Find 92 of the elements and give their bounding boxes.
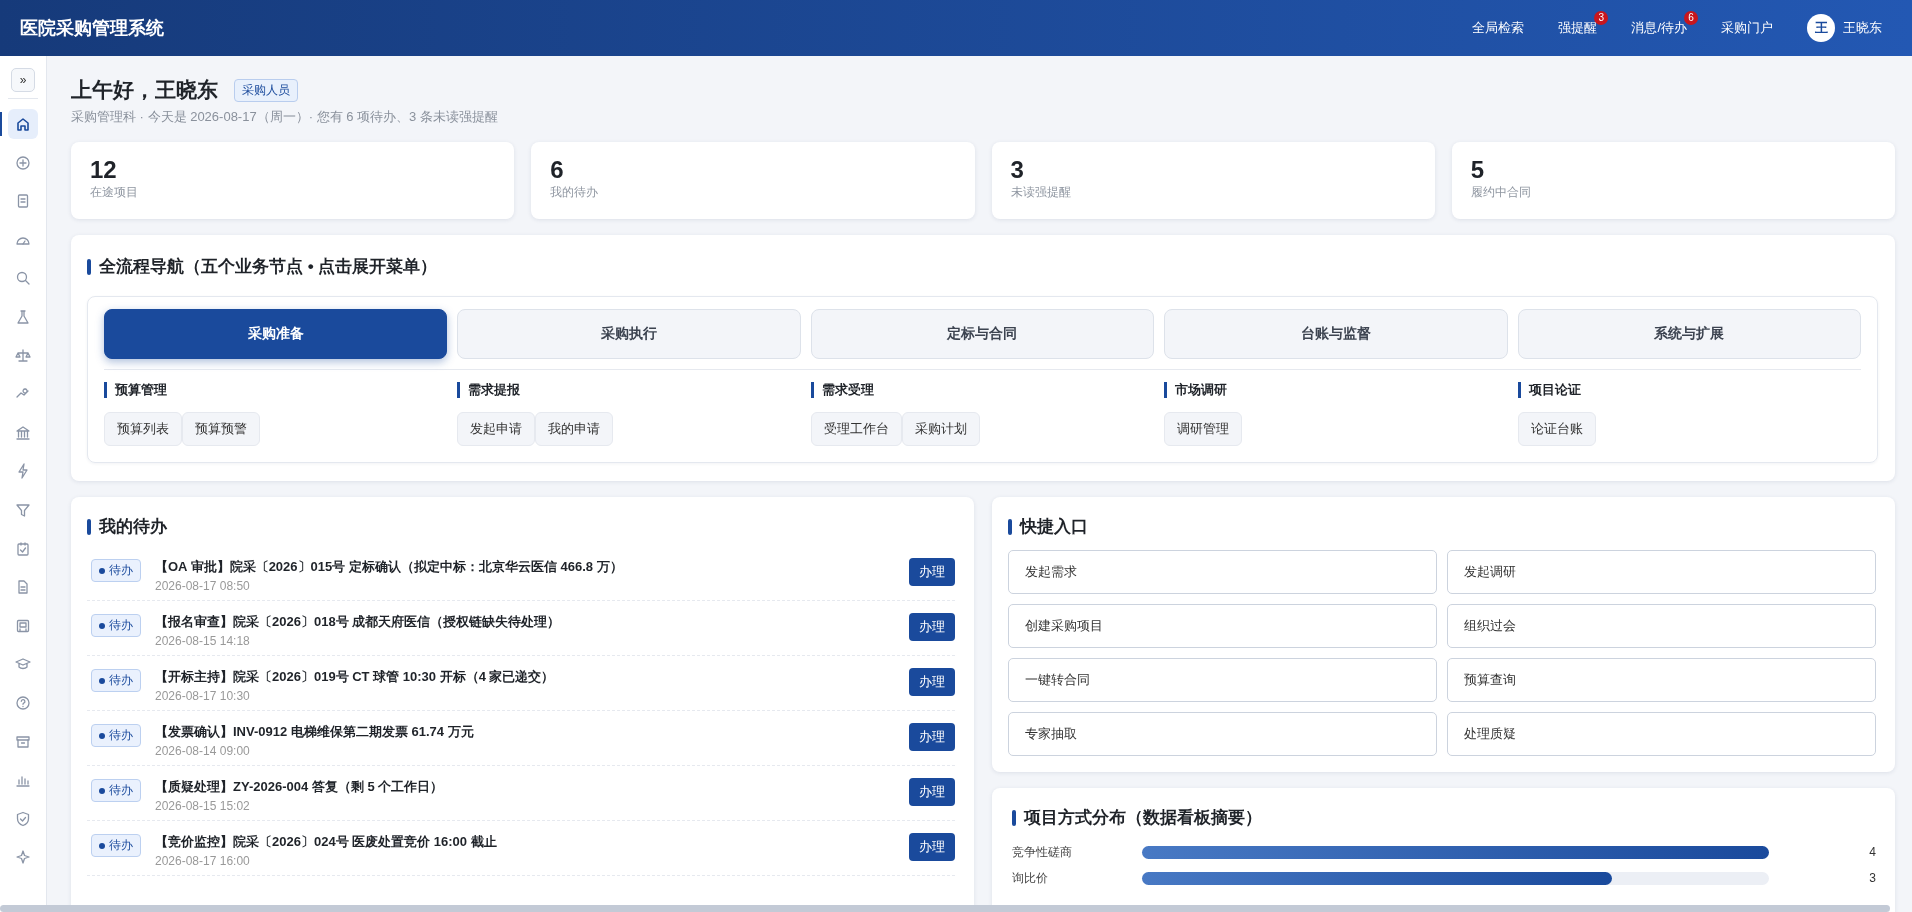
help-icon: [15, 694, 31, 711]
todo-title[interactable]: 【质疑处理】ZY-2026-004 答复（剩 5 个工作日）: [155, 778, 895, 796]
quick-entry[interactable]: 处理质疑: [1447, 712, 1876, 756]
quick-entry[interactable]: 预算查询: [1447, 658, 1876, 702]
flow-tab[interactable]: 台账与监督: [1164, 309, 1508, 359]
todo-title[interactable]: 【竞价监控】院采〔2026〕024号 医废处置竞价 16:00 截止: [155, 833, 895, 851]
header-link[interactable]: 全局检索: [1472, 20, 1525, 35]
card-title: 快捷入口: [1008, 515, 1876, 538]
status-tag: 待办: [91, 614, 141, 637]
stat-value: 5: [1470, 156, 1486, 184]
handle-button[interactable]: 办理: [909, 833, 955, 861]
count-value: 4: [1868, 845, 1876, 859]
quick-entry[interactable]: 发起需求: [1008, 550, 1437, 594]
bank-icon: [15, 424, 31, 441]
menu-chip[interactable]: 调研管理: [1164, 412, 1243, 446]
flow-tab[interactable]: 采购准备: [104, 309, 448, 359]
flow-tab[interactable]: 定标与合同: [810, 309, 1155, 359]
archive-icon: [15, 733, 31, 750]
quick-entry[interactable]: 创建采购项目: [1008, 604, 1437, 648]
filter-icon: [15, 501, 31, 518]
stat-label: 履约中合同: [1470, 184, 1532, 201]
file-icon: [15, 579, 31, 596]
menu-group-title: 需求提报: [457, 382, 801, 398]
card-title: 全流程导航（五个业务节点 • 点击展开菜单）: [87, 255, 1878, 278]
status-tag: 待办: [91, 779, 141, 802]
plus-circle-icon: [15, 154, 31, 171]
method-label: 询比价: [1012, 869, 1049, 887]
menu-chip[interactable]: 发起申请: [457, 412, 536, 446]
handle-button[interactable]: 办理: [909, 778, 955, 806]
stat-value: 12: [90, 156, 118, 184]
method-label: 竞争性磋商: [1012, 843, 1073, 861]
status-tag: 待办: [91, 724, 141, 747]
todo-title[interactable]: 【发票确认】INV-0912 电梯维保第二期发票 61.74 万元: [155, 723, 895, 741]
status-tag: 待办: [91, 559, 141, 582]
stat-label: 我的待办: [550, 184, 600, 201]
horizontal-scrollbar[interactable]: [0, 905, 1890, 912]
card-title: 项目方式分布（数据看板摘要）: [1012, 806, 1876, 829]
status-tag: 待办: [91, 834, 141, 857]
todo-time: 2026-08-17 16:00: [155, 854, 251, 868]
card-title: 我的待办: [87, 515, 955, 538]
search-icon: [15, 270, 31, 287]
handle-button[interactable]: 办理: [909, 723, 955, 751]
count-value: 3: [1868, 871, 1876, 885]
stat-value: 6: [550, 156, 565, 184]
menu-chip[interactable]: 我的申请: [535, 412, 614, 446]
menu-chip[interactable]: 预算预警: [182, 412, 260, 446]
calendar-check-icon: [15, 540, 31, 557]
stat-value: 3: [1010, 156, 1025, 184]
quick-entry[interactable]: 发起调研: [1447, 550, 1876, 594]
todo-time: 2026-08-14 09:00: [155, 744, 251, 758]
todo-time: 2026-08-15 15:02: [155, 799, 251, 813]
menu-group-title: 市场调研: [1164, 382, 1508, 398]
header-link[interactable]: 采购门户: [1721, 20, 1773, 35]
handle-button[interactable]: 办理: [909, 668, 955, 696]
user-name[interactable]: 王晓东: [1843, 19, 1882, 37]
todo-time: 2026-08-15 14:18: [155, 634, 251, 648]
menu-group-title: 预算管理: [104, 382, 448, 398]
greeting-title: 上午好，王晓东: [71, 77, 218, 103]
home-icon: [15, 116, 31, 132]
shield-check-icon: [15, 810, 31, 827]
expand-button[interactable]: »: [11, 68, 35, 92]
quick-entry[interactable]: 组织过会: [1447, 604, 1876, 648]
menu-chip[interactable]: 论证台账: [1517, 412, 1596, 446]
status-tag: 待办: [91, 669, 141, 692]
sparkle-icon: [15, 849, 31, 866]
todo-title[interactable]: 【报名审查】院采〔2026〕018号 成都天府医信（授权链缺失待处理）: [155, 613, 895, 631]
role-tag: 采购人员: [234, 78, 298, 102]
app-title: 医院采购管理系统: [20, 17, 165, 40]
stat-label: 在途项目: [90, 184, 139, 201]
document-icon: [15, 193, 31, 210]
menu-group-title: 需求受理: [810, 382, 1155, 398]
count-badge: 6: [1684, 11, 1698, 25]
flow-tab[interactable]: 系统与扩展: [1517, 309, 1861, 359]
todo-title[interactable]: 【OA 审批】院采〔2026〕015号 定标确认（拟定中标：北京华云医信 466.8 万）: [155, 558, 895, 576]
menu-chip[interactable]: 采购计划: [901, 412, 980, 446]
menu-chip[interactable]: 预算列表: [104, 412, 182, 446]
menu-chip[interactable]: 受理工作台: [810, 412, 902, 446]
todo-title[interactable]: 【开标主持】院采〔2026〕019号 CT 球管 10:30 开标（4 家已递交）: [155, 668, 895, 686]
handle-button[interactable]: 办理: [909, 558, 955, 586]
stat-label: 未读强提醒: [1010, 184, 1072, 201]
flow-tab[interactable]: 采购执行: [457, 309, 801, 359]
quick-entry[interactable]: 专家抽取: [1008, 712, 1437, 756]
todo-time: 2026-08-17 10:30: [155, 689, 251, 703]
header-link[interactable]: 消息/待办: [1631, 20, 1687, 35]
greeting-subtitle: 采购管理科 · 今天是 2026-08-17（周一）· 您有 6 项待办、3 条未读强提醒: [71, 108, 499, 126]
todo-time: 2026-08-17 08:50: [155, 579, 251, 593]
scale-icon: [15, 347, 31, 364]
flask-icon: [15, 308, 31, 325]
handle-button[interactable]: 办理: [909, 613, 955, 641]
user-avatar[interactable]: 王: [1807, 14, 1835, 42]
menu-group-title: 项目论证: [1517, 382, 1861, 398]
quick-entry[interactable]: 一键转合同: [1008, 658, 1437, 702]
